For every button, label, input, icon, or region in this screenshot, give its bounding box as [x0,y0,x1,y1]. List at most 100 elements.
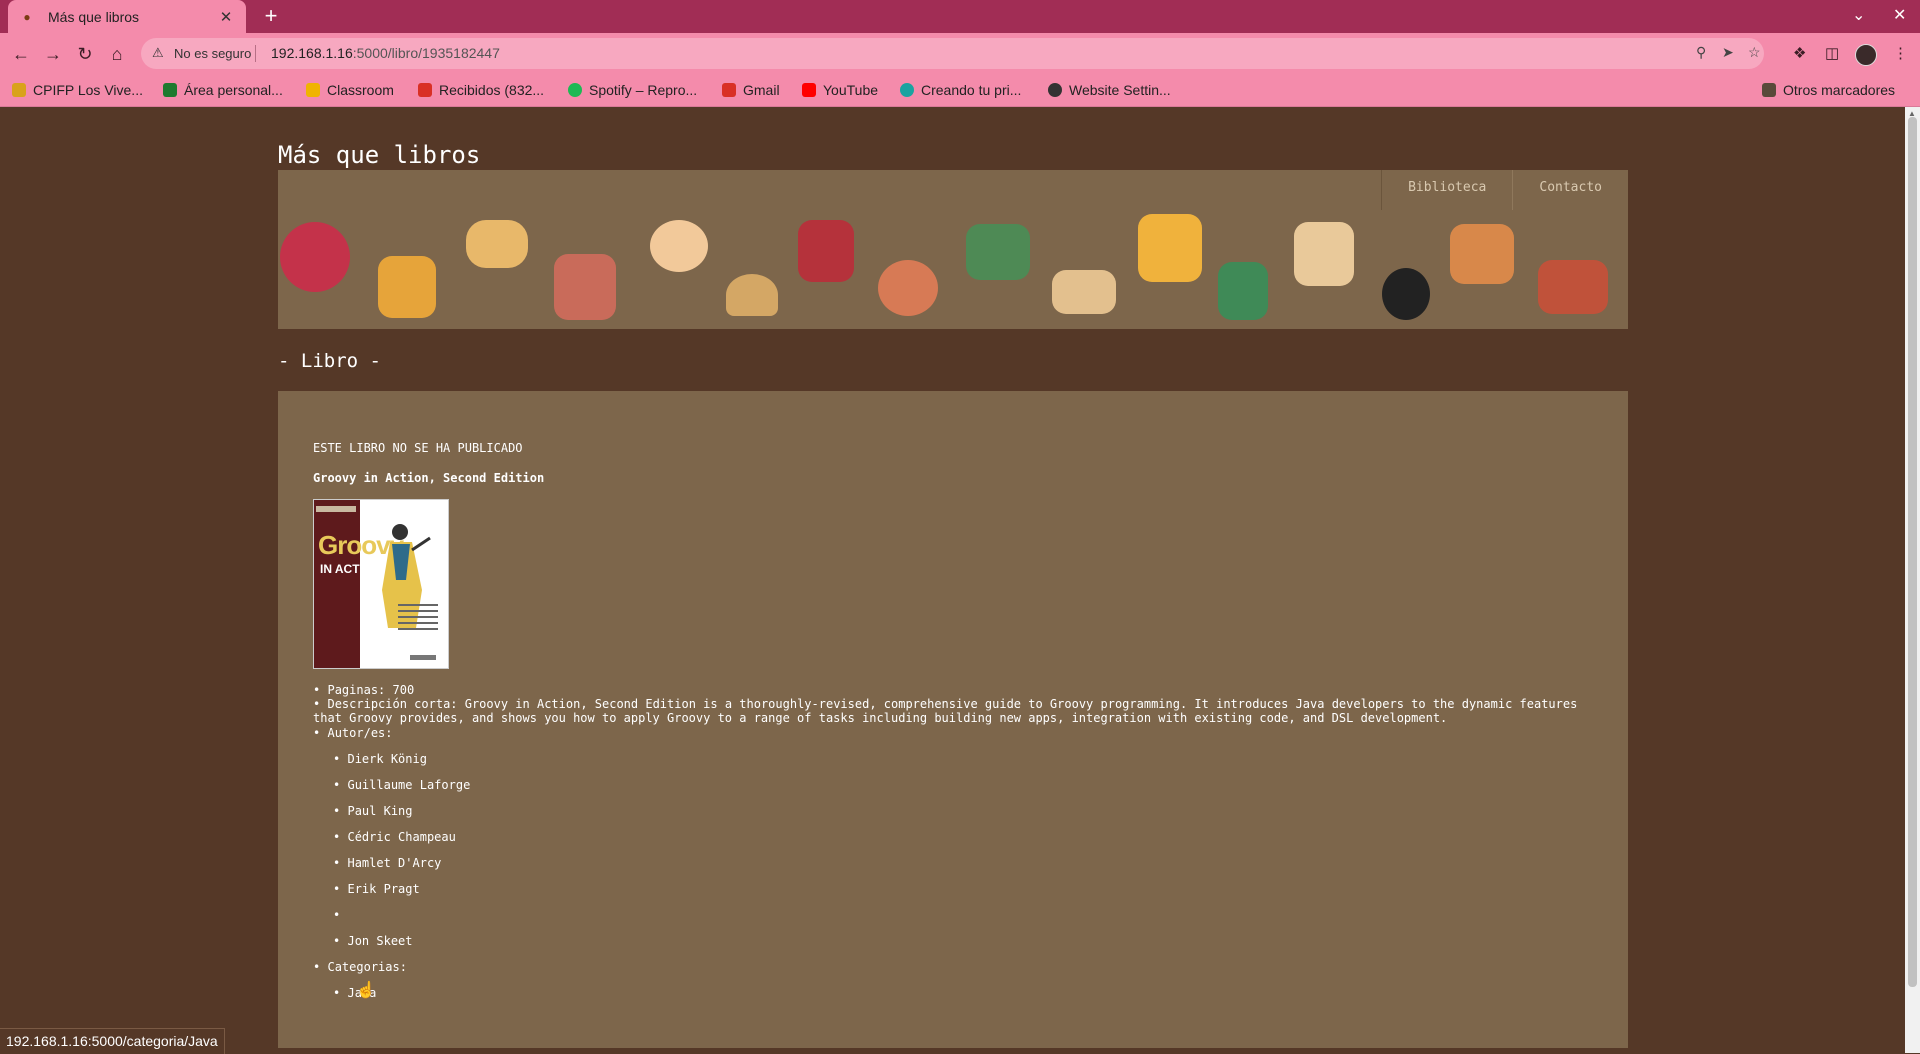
bookmark-favicon-icon [12,83,26,97]
menu-kebab-icon[interactable]: ⋮ [1893,44,1908,62]
bookmark-item[interactable]: Recibidos (832... [418,82,544,98]
bookmark-favicon-icon [1048,83,1062,97]
sub-bullet: • [333,882,341,896]
web-page: Más que libros Biblioteca Contacto - Lib… [0,107,1905,1053]
extensions-puzzle-icon[interactable]: ❖ [1793,44,1806,62]
url-host: 192.168.1.16 [271,45,353,61]
bookmark-label: Spotify – Repro... [589,82,698,98]
detail-categories: • Categorias: [313,960,407,974]
red-book-icon [798,220,854,282]
security-label[interactable]: No es seguro [174,46,251,61]
sub-bullet: • [333,830,341,844]
header-banner: Biblioteca Contacto [278,170,1628,329]
bookmark-label: CPIFP Los Vive... [33,82,143,98]
bullet: • [313,683,321,697]
sub-bullet: • [333,986,341,1000]
other-bookmarks-label: Otros marcadores [1783,82,1896,98]
book-favicon-icon: ● [23,9,31,24]
address-bar[interactable]: ⚠ No es seguro 192.168.1.16:5000/libro/1… [141,38,1764,69]
author-item: • Paul King [333,804,413,818]
tab-search-icon[interactable]: ⌄ [1852,5,1865,25]
detail-description-cont: that Groovy provides, and shows you how … [313,711,1447,725]
tv-screen-icon [1138,214,1202,282]
book-cover-image: Groovy IN ACTION [313,499,449,669]
bookmark-item[interactable]: CPIFP Los Vive... [12,82,143,98]
bookmark-item[interactable]: Spotify – Repro... [568,82,697,98]
sub-bullet: • [333,752,341,766]
sub-bullet: • [333,804,341,818]
menu-contacto[interactable]: Contacto [1512,170,1628,210]
back-arrow-icon[interactable]: ← [8,41,34,67]
browser-toolbar: ← → ↻ ⌂ ⚠ No es seguro 192.168.1.16:5000… [0,33,1920,74]
author-item-empty: • [333,908,340,922]
scroll-icon [466,220,528,268]
arcade-character-icon [378,256,436,318]
cover-author-lines [398,604,438,638]
author-name: Dierk König [347,752,427,766]
bookmark-favicon-icon [722,83,736,97]
author-name: Guillaume Laforge [347,778,471,792]
profile-avatar[interactable] [1855,44,1877,66]
url-text[interactable]: 192.168.1.16:5000/libro/1935182447 [271,45,500,61]
new-tab-button[interactable]: + [258,3,284,29]
pages-text: Paginas: 700 [327,683,415,697]
heart-characters-icon [280,222,350,292]
author-item: • Erik Pragt [333,882,420,896]
author-item: • Cédric Champeau [333,830,456,844]
sub-bullet: • [333,856,341,870]
warning-triangle-icon[interactable]: ⚠ [152,45,164,61]
bookmark-label: Classroom [327,82,394,98]
detail-authors: • Autor/es: [313,726,393,740]
bullet: • [313,960,321,974]
tab-close-icon[interactable]: ✕ [216,8,236,26]
cover-subtitle: IN ACTION [320,562,381,576]
bookmark-favicon-icon [900,83,914,97]
author-item: • Hamlet D'Arcy [333,856,441,870]
page-scrollbar[interactable]: ▲ [1905,107,1920,1053]
other-bookmarks[interactable]: Otros marcadores [1762,82,1895,98]
send-icon[interactable]: ➤ [1722,44,1734,61]
book-title: Groovy in Action, Second Edition [313,471,545,485]
book-panel: ESTE LIBRO NO SE HA PUBLICADO Groovy in … [278,391,1628,1048]
home-icon[interactable]: ⌂ [104,41,130,67]
bookmark-item[interactable]: Classroom [306,82,394,98]
author-name: Paul King [347,804,413,818]
bookmark-favicon-icon [163,83,177,97]
bookmark-item[interactable]: Área personal... [163,82,283,98]
star-bookmark-icon[interactable]: ☆ [1748,44,1761,61]
bookmark-favicon-icon [568,83,582,97]
sub-bullet: • [333,934,341,948]
cover-publisher-mark [410,655,436,660]
bookmark-favicon-icon [802,83,816,97]
bathhouse-icon [966,224,1030,280]
tab-title: Más que libros [48,8,140,25]
bookmark-item[interactable]: YouTube [802,82,878,98]
bookmark-item[interactable]: Gmail [722,82,780,98]
no-face-icon [1382,268,1430,320]
menu-biblioteca[interactable]: Biblioteca [1381,170,1512,210]
categories-label: Categorias: [327,960,407,974]
link-status-bar: 192.168.1.16:5000/categoria/Java [0,1028,225,1054]
active-tab[interactable]: ● Más que libros ✕ [8,0,246,33]
bookmark-item[interactable]: Creando tu pri... [900,82,1021,98]
soot-box-icon [1538,260,1608,314]
cover-spine [314,500,360,668]
author-item: • Guillaume Laforge [333,778,470,792]
hut-icon [726,274,778,316]
folder-icon [1762,83,1776,97]
reload-icon[interactable]: ↻ [72,41,98,67]
bookmark-label: Área personal... [184,82,283,98]
sub-bullet: • [333,778,341,792]
scrollbar-thumb[interactable] [1908,117,1917,987]
author-item: • Jon Skeet [333,934,413,948]
bullet: • [313,697,321,711]
forward-arrow-icon[interactable]: → [40,41,66,67]
author-name: Erik Pragt [347,882,420,896]
bookmark-label: Recibidos (832... [439,82,545,98]
bookmark-label: YouTube [823,82,879,98]
window-close-icon[interactable]: ✕ [1893,5,1906,25]
zoom-icon[interactable]: ⚲ [1696,44,1706,61]
bookmark-item[interactable]: Website Settin... [1048,82,1171,98]
hand-pointer-icon: ☝ [356,982,376,999]
side-panel-icon[interactable]: ◫ [1825,44,1839,62]
